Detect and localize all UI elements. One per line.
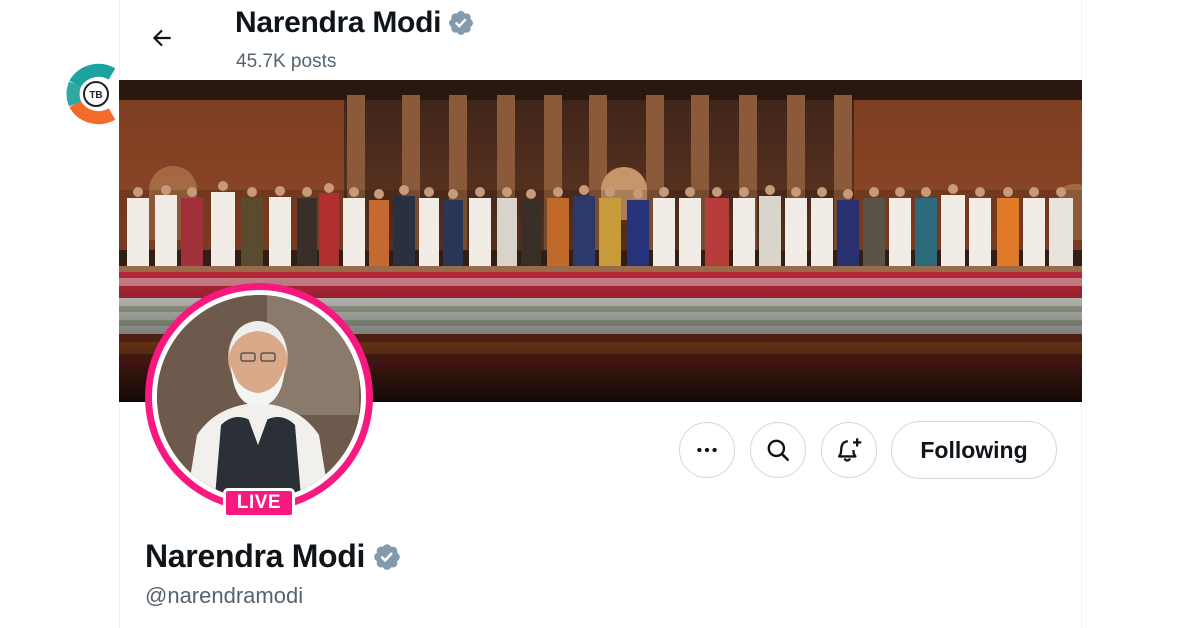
verified-badge-icon (447, 9, 475, 37)
more-button[interactable] (679, 422, 735, 478)
notifications-button[interactable] (821, 422, 877, 478)
avatar (157, 295, 361, 499)
logo-text: TB (89, 90, 102, 101)
header-title: Narendra Modi (235, 6, 475, 40)
following-button[interactable]: Following (891, 421, 1057, 479)
verified-badge-icon[interactable] (372, 542, 402, 572)
arrow-left-icon (152, 29, 171, 47)
live-badge[interactable]: LIVE (223, 488, 295, 518)
header-name: Narendra Modi (235, 6, 442, 39)
profile-name: Narendra Modi (145, 538, 402, 575)
profile-name-text: Narendra Modi (145, 538, 366, 574)
bell-plus-icon (837, 438, 862, 462)
avatar-live-ring[interactable] (145, 283, 373, 511)
site-logo: TB (66, 62, 122, 126)
more-dots-icon (697, 447, 717, 453)
profile-handle: @narendramodi (145, 583, 304, 608)
search-icon (767, 439, 790, 462)
posts-count: 45.7K posts (236, 51, 337, 72)
search-button[interactable] (750, 422, 806, 478)
back-button[interactable] (144, 20, 180, 56)
